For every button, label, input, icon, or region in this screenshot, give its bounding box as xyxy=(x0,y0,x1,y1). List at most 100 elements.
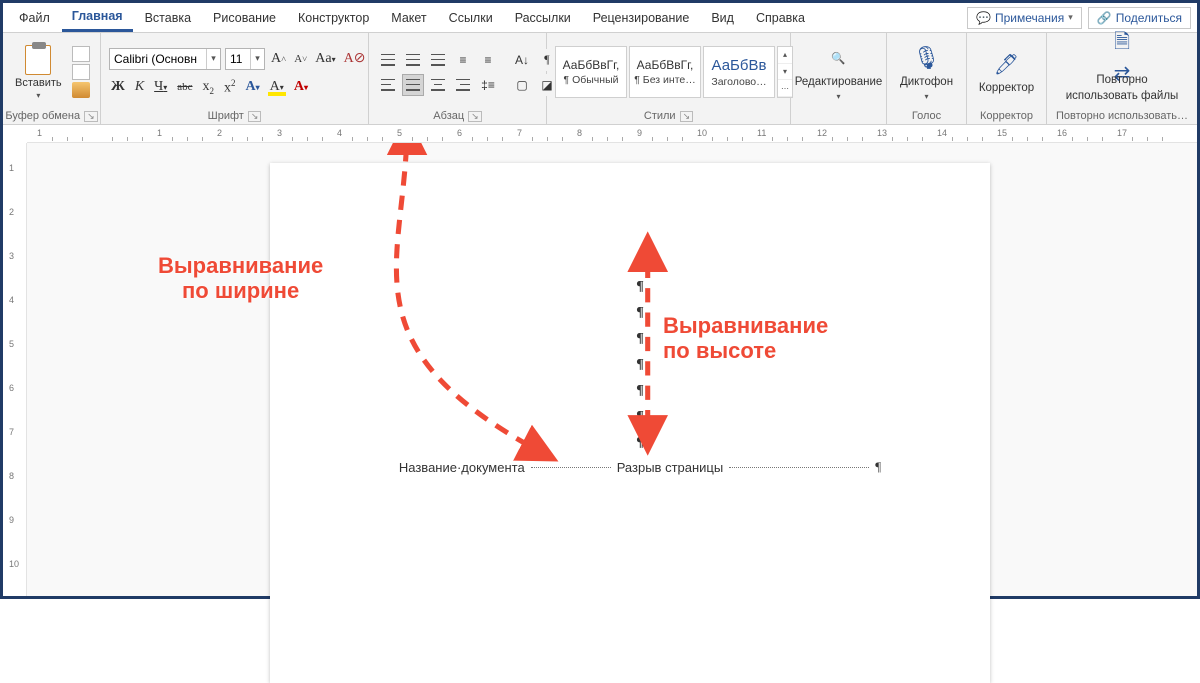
tab-insert[interactable]: Вставка xyxy=(135,5,201,31)
paste-button[interactable]: Вставить ▾ xyxy=(11,43,66,102)
more-icon: ⋯ xyxy=(778,80,792,97)
ruler-horizontal[interactable]: 11234567891011121314151617 xyxy=(27,125,1197,143)
style-name: ¶ Обычный xyxy=(558,74,624,86)
style-preview: АаБбВвГг, xyxy=(637,58,694,72)
style-preview: АаБбВв xyxy=(712,57,767,74)
font-launcher[interactable]: ↘ xyxy=(248,111,262,122)
highlight-button[interactable]: A▾ xyxy=(268,79,286,95)
align-left-button[interactable] xyxy=(377,74,399,96)
cut-button[interactable] xyxy=(72,46,90,62)
group-editing: 🔍 Редактирование ▾ xyxy=(791,33,887,124)
tab-references[interactable]: Ссылки xyxy=(439,5,503,31)
group-paragraph-label: Абзац xyxy=(433,110,464,122)
align-right-button[interactable] xyxy=(452,74,474,96)
tab-layout[interactable]: Макет xyxy=(381,5,436,31)
styles-launcher[interactable]: ↘ xyxy=(680,111,694,122)
group-clipboard: Вставить ▾ Буфер обмена ↘ xyxy=(3,33,101,124)
subscript-button[interactable]: x2 xyxy=(201,79,217,96)
underline-button[interactable]: Ч▾ xyxy=(152,79,169,95)
numbering-button[interactable] xyxy=(402,49,424,71)
share-icon: 🔗 xyxy=(1097,11,1112,25)
chevron-down-icon: ▾ xyxy=(36,91,40,100)
font-name-input[interactable] xyxy=(110,52,206,66)
paragraph-launcher[interactable]: ↘ xyxy=(468,111,482,122)
style-name: Заголово… xyxy=(706,76,772,88)
tab-design[interactable]: Конструктор xyxy=(288,5,379,31)
style-no-spacing[interactable]: АаБбВвГг, ¶ Без инте… xyxy=(629,46,701,98)
group-paragraph: ≡ ≡ ‡≡ A↓ ¶ ▢ xyxy=(369,33,547,124)
style-normal[interactable]: АаБбВвГг, ¶ Обычный xyxy=(555,46,627,98)
decrease-indent-button[interactable]: ≡ xyxy=(452,49,474,71)
font-name-combo[interactable]: ▾ xyxy=(109,48,221,70)
superscript-button[interactable]: x2 xyxy=(222,78,238,97)
document-title-line[interactable]: Название·документа Разрыв страницы ¶ xyxy=(350,459,930,475)
tab-review[interactable]: Рецензирование xyxy=(583,5,700,31)
search-icon: 🔍 xyxy=(825,44,853,72)
reuse-icon: 🗎⇄ xyxy=(1108,42,1136,70)
chevron-down-icon: ▾ xyxy=(778,64,792,81)
grow-font-button[interactable]: A˄ xyxy=(269,51,288,67)
comments-button[interactable]: 💬 Примечания ▾ xyxy=(967,7,1082,29)
share-button[interactable]: 🔗 Поделиться xyxy=(1088,7,1191,29)
align-center-button[interactable] xyxy=(427,74,449,96)
comment-icon: 💬 xyxy=(976,11,991,25)
group-clipboard-label: Буфер обмена xyxy=(5,110,80,122)
group-font: ▾ ▾ A˄ A˅ Aa▾ A⊘ Ж К Ч▾ abc x2 xyxy=(101,33,369,124)
editing-label: Редактирование xyxy=(795,76,883,88)
chevron-down-icon: ▾ xyxy=(1068,12,1073,23)
bold-button[interactable]: Ж xyxy=(109,79,127,95)
line-spacing-button[interactable]: ‡≡ xyxy=(477,74,499,96)
group-font-label: Шрифт xyxy=(208,110,244,122)
tab-mailings[interactable]: Рассылки xyxy=(505,5,581,31)
editing-button[interactable]: 🔍 Редактирование ▾ xyxy=(799,40,879,105)
style-preview: АаБбВвГг, xyxy=(563,58,620,72)
group-editor-label: Корректор xyxy=(980,110,1033,122)
align-justify-button[interactable] xyxy=(402,74,424,96)
format-painter-button[interactable] xyxy=(72,82,90,98)
dotted-leader xyxy=(531,467,611,468)
shrink-font-button[interactable]: A˅ xyxy=(292,51,309,67)
change-case-button[interactable]: Aa▾ xyxy=(313,51,337,67)
font-size-input[interactable] xyxy=(226,52,250,66)
chevron-down-icon: ▾ xyxy=(924,92,928,101)
strikethrough-button[interactable]: abc xyxy=(175,81,194,93)
mic-icon: 🎙 xyxy=(913,44,941,72)
dictate-button[interactable]: 🎙 Диктофон ▾ xyxy=(887,40,967,105)
copy-button[interactable] xyxy=(72,64,90,80)
reuse-files-button[interactable]: 🗎⇄ Повторно использовать файлы xyxy=(1057,38,1187,106)
document-title-text: Название·документа xyxy=(399,460,525,475)
group-voice: 🎙 Диктофон ▾ Голос xyxy=(887,33,967,124)
group-reuse: 🗎⇄ Повторно использовать файлы Повторно … xyxy=(1047,33,1197,124)
clear-formatting-button[interactable]: A⊘ xyxy=(342,50,368,67)
borders-button[interactable]: ▢ xyxy=(511,74,533,96)
tab-view[interactable]: Вид xyxy=(701,5,744,31)
tab-help[interactable]: Справка xyxy=(746,5,815,31)
sort-button[interactable]: A↓ xyxy=(511,49,533,71)
style-heading1[interactable]: АаБбВв Заголово… xyxy=(703,46,775,98)
annotation-justify: Выравнивание по ширине xyxy=(158,253,323,304)
tab-home[interactable]: Главная xyxy=(62,3,133,32)
italic-button[interactable]: К xyxy=(133,79,146,95)
text-effects-button[interactable]: A▾ xyxy=(244,79,262,95)
dotted-leader xyxy=(729,467,869,468)
ruler-vertical[interactable]: 12345678910 xyxy=(3,143,27,596)
font-size-combo[interactable]: ▾ xyxy=(225,48,265,70)
chevron-down-icon[interactable]: ▾ xyxy=(206,49,220,69)
document-area[interactable]: ¶¶¶¶ ¶¶¶¶ Название·документа Разрыв стра… xyxy=(27,143,1197,596)
multilevel-button[interactable] xyxy=(427,49,449,71)
group-editor: 🖊︎ Корректор Корректор xyxy=(967,33,1047,124)
annotation-vertical-align: Выравнивание по высоте xyxy=(663,313,828,364)
editor-button[interactable]: 🖊︎ Корректор xyxy=(967,46,1047,98)
font-color-button[interactable]: A▾ xyxy=(292,79,310,95)
dictate-label: Диктофон xyxy=(900,76,953,88)
share-label: Поделиться xyxy=(1116,11,1182,25)
tab-draw[interactable]: Рисование xyxy=(203,5,286,31)
clipboard-launcher[interactable]: ↘ xyxy=(84,111,98,122)
chevron-down-icon[interactable]: ▾ xyxy=(250,49,264,69)
page-break-text: Разрыв страницы xyxy=(617,460,724,475)
bullets-button[interactable] xyxy=(377,49,399,71)
clipboard-icon xyxy=(25,45,51,75)
tab-file[interactable]: Файл xyxy=(9,5,60,31)
increase-indent-button[interactable]: ≡ xyxy=(477,49,499,71)
pilcrow-icon: ¶ xyxy=(875,459,881,475)
